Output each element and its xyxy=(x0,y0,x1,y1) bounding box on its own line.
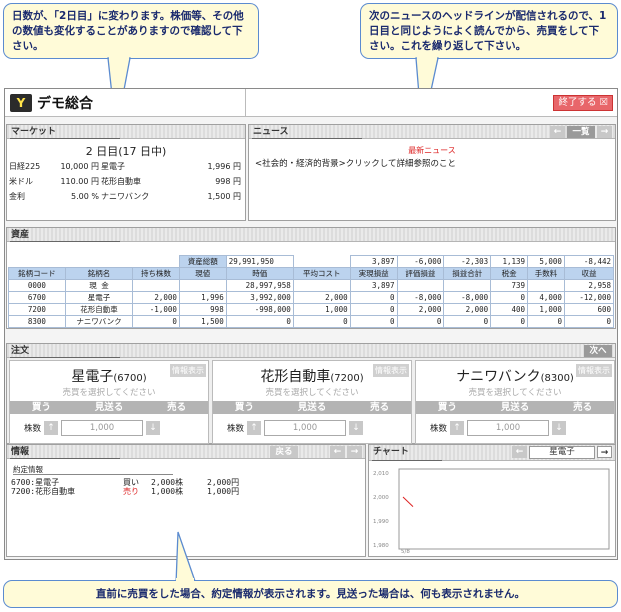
chart-panel: チャート ← 星電子 → 2,010 2,000 1,990 1,980 5/8 xyxy=(368,444,616,557)
assets-panel: 資産 資産総額 29,991,950 3,897 -6,000 -2,303 1… xyxy=(6,227,616,329)
fill-info-list: 6700:星電子 買い 2,000株 2,000円 7200:花形自動車 売り 1,000… xyxy=(11,478,239,496)
info-display-button[interactable]: 情報表示 xyxy=(576,364,612,377)
info-display-button[interactable]: 情報表示 xyxy=(170,364,206,377)
index-list: 日経225 10,000 円 米ドル 110.00 円 金利 5.00 % xyxy=(9,162,99,201)
assets-header: 資産 xyxy=(7,228,615,242)
qty-input[interactable]: 1,000 xyxy=(467,420,550,436)
news-panel: ニュース ← 一覧 → 最新ニュース <社会的・経済的背景>クリックして詳細参照のこ… xyxy=(248,124,616,221)
callout-fill-info: 直前に売買をした場合、約定情報が表示されます。見送った場合は、何も表示されません… xyxy=(3,580,618,608)
y-tick-label: 2,010 xyxy=(373,471,389,477)
app-logo-icon: Y xyxy=(10,94,32,112)
news-next-button[interactable]: → xyxy=(597,126,612,138)
assets-summary-row: 資産総額 29,991,950 3,897 -6,000 -2,303 1,13… xyxy=(9,255,615,268)
skip-button[interactable]: 見送る xyxy=(501,401,530,414)
order-header: 注文 次へ xyxy=(7,344,615,358)
info-header: 情報 戻る ← → xyxy=(7,445,365,459)
news-list-button[interactable]: 一覧 xyxy=(567,126,595,138)
sell-button[interactable]: 売る xyxy=(370,401,389,414)
market-header: マーケット xyxy=(7,125,245,139)
order-next-button[interactable]: 次へ xyxy=(584,345,612,357)
info-display-button[interactable]: 情報表示 xyxy=(373,364,409,377)
order-hint: 売買を選択してください xyxy=(62,388,156,398)
callout-news: 次のニュースのヘッドラインが配信されるので、1日目と同じようによく読んでから、売… xyxy=(360,3,618,59)
news-headline[interactable]: <社会的・経済的背景>クリックして詳細参照のこと xyxy=(255,157,456,169)
skip-button[interactable]: 見送る xyxy=(298,401,327,414)
qty-down-icon[interactable]: ↓ xyxy=(349,421,364,435)
order-stock-name: ナニワバンク xyxy=(456,369,541,385)
y-tick-label: 1,980 xyxy=(373,543,389,549)
news-header: ニュース ← 一覧 → xyxy=(249,125,615,139)
news-prev-button[interactable]: ← xyxy=(550,126,565,138)
order-stock-name: 星電子 xyxy=(71,369,114,385)
order-hint: 売買を選択してください xyxy=(265,388,359,398)
qty-label: 株数 xyxy=(430,424,448,434)
sell-button[interactable]: 売る xyxy=(167,401,186,414)
qty-up-icon[interactable]: ↑ xyxy=(450,421,465,435)
assets-table: 資産総額 29,991,950 3,897 -6,000 -2,303 1,13… xyxy=(8,255,615,328)
chart-prev-button[interactable]: ← xyxy=(512,446,527,458)
qty-up-icon[interactable]: ↑ xyxy=(44,421,59,435)
qty-label: 株数 xyxy=(24,424,42,434)
market-panel: マーケット 2 日目(17 日中) 日経225 10,000 円 米ドル 110.0… xyxy=(6,124,246,221)
x-tick-label: 5/8 xyxy=(401,549,410,555)
price-chart: 2,010 2,000 1,990 1,980 5/8 xyxy=(373,468,610,555)
skip-button[interactable]: 見送る xyxy=(95,401,124,414)
app-window: Y デモ総合 終了する ☒ マーケット 2 日目(17 日中) 日経225 10,… xyxy=(4,88,618,560)
order-hint: 売買を選択してください xyxy=(468,388,562,398)
order-stock-code: (6700) xyxy=(113,373,147,384)
stock-price-list: 星電子 1,996 円 花形自動車 998 円 ナニワバンク 1,500 円 xyxy=(101,162,241,201)
qty-label: 株数 xyxy=(227,424,245,434)
info-prev-button[interactable]: ← xyxy=(330,446,345,458)
y-tick-label: 2,000 xyxy=(373,495,389,501)
qty-up-icon[interactable]: ↑ xyxy=(247,421,262,435)
chart-next-button[interactable]: → xyxy=(597,446,612,458)
order-stock-name: 花形自動車 xyxy=(260,369,331,385)
qty-down-icon[interactable]: ↓ xyxy=(146,421,161,435)
qty-input[interactable]: 1,000 xyxy=(264,420,347,436)
title-bar: Y デモ総合 終了する ☒ xyxy=(5,89,617,117)
list-item: 7200:花形自動車 売り 1,000株 1,000円 xyxy=(11,487,240,496)
table-row: 7200 花形自動車 -1,000 998 -998,000 1,000 0 2,000 2… xyxy=(8,303,615,316)
qty-down-icon[interactable]: ↓ xyxy=(552,421,567,435)
table-row: 0000 現 金 28,997,958 3,897 739 2,958 xyxy=(8,279,615,292)
total-assets-value: 29,991,950 xyxy=(225,255,294,268)
day-indicator: 2 日目(17 日中) xyxy=(85,145,167,158)
order-panel: 注文 次へ 星電子(6700) 情報表示 売買を選択してください 買う 見送る 売る… xyxy=(6,343,616,444)
total-assets-label: 資産総額 xyxy=(178,255,227,268)
exit-button[interactable]: 終了する ☒ xyxy=(553,95,613,111)
order-box-7200: 花形自動車(7200) 情報表示 売買を選択してください 買う 見送る 売る 株数 ↑… xyxy=(212,360,412,444)
buy-button[interactable]: 買う xyxy=(438,401,457,414)
info-back-button[interactable]: 戻る xyxy=(270,446,298,458)
callout-day-change: 日数が、「2日目」に変わります。株価等、その他の数値も変化することがありますので… xyxy=(3,3,259,59)
buy-button[interactable]: 買う xyxy=(235,401,254,414)
table-row: 6700 星電子 2,000 1,996 3,992,000 2,000 0 -8,000… xyxy=(8,291,615,304)
chart-header: チャート ← 星電子 → xyxy=(369,445,615,461)
sell-button[interactable]: 売る xyxy=(573,401,592,414)
table-row: 8300 ナニワバンク 0 1,500 0 0 0000 00 xyxy=(8,315,615,328)
y-tick-label: 1,990 xyxy=(373,519,389,525)
order-stock-code: (8300) xyxy=(540,373,574,384)
latest-news-label: 最新ニュース xyxy=(408,146,456,155)
order-box-8300: ナニワバンク(8300) 情報表示 売買を選択してください 買う 見送る 売る 株数… xyxy=(415,360,615,444)
order-stock-code: (7200) xyxy=(330,373,364,384)
order-box-6700: 星電子(6700) 情報表示 売買を選択してください 買う 見送る 売る 株数 ↑ 1,… xyxy=(9,360,209,444)
chart-stock-select[interactable]: 星電子 xyxy=(529,446,595,459)
list-item: 6700:星電子 買い 2,000株 2,000円 xyxy=(11,478,240,487)
info-next-button[interactable]: → xyxy=(347,446,362,458)
qty-input[interactable]: 1,000 xyxy=(61,420,144,436)
app-title: デモ総合 xyxy=(37,96,93,112)
buy-button[interactable]: 買う xyxy=(32,401,51,414)
assets-column-header-row: 銘柄コード 銘柄名 持ち株数 現値 時価 平均コスト 実現損益 評価損益 損益合計 税金 … xyxy=(8,267,615,280)
